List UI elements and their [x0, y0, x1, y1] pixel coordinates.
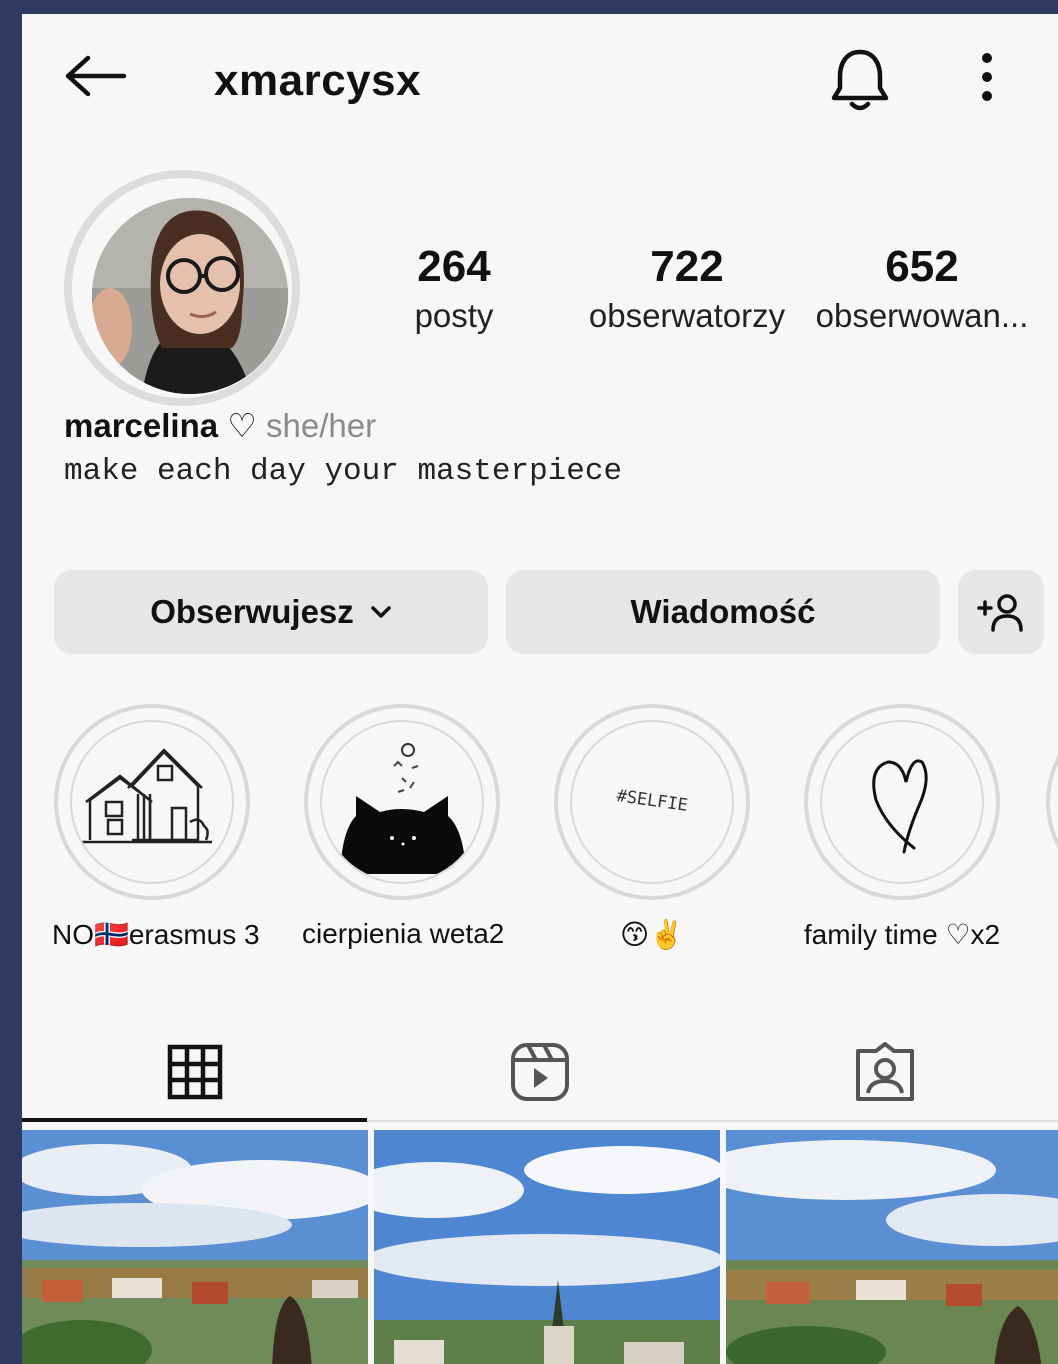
story-highlight-cierpienia[interactable]: cierpienia weta2 — [302, 704, 505, 950]
back-button[interactable] — [64, 52, 128, 100]
post-photo — [22, 1130, 368, 1364]
following-button-label: Obserwujesz — [150, 593, 354, 630]
stat-posts-value: 264 — [417, 242, 491, 291]
house-icon — [82, 748, 212, 844]
reels-icon — [510, 1043, 569, 1101]
stat-posts[interactable]: 264 posty — [392, 240, 516, 338]
suggest-users-button[interactable] — [958, 570, 1044, 654]
profile-name: marcelina ♡ — [64, 407, 257, 444]
post-thumbnail[interactable] — [726, 1130, 1058, 1364]
avatar-photo — [92, 198, 288, 394]
more-options-button[interactable] — [972, 48, 1002, 112]
chevron-down-icon — [371, 606, 391, 618]
selfie-cover-text: #SELFIE — [615, 786, 689, 816]
story-highlight-label: family time ♡x2 — [803, 919, 1001, 950]
story-highlight-label: cierpienia weta2 — [302, 918, 505, 949]
profile-username: xmarcysx — [214, 56, 422, 105]
post-photo — [726, 1130, 1058, 1364]
stat-following-label: obserwowan... — [815, 297, 1029, 334]
stat-posts-label: posty — [414, 297, 494, 334]
selfie-cover: #SELFIE — [615, 786, 689, 816]
profile-name-line: marcelina ♡ she/her — [64, 406, 376, 445]
story-highlight-partial[interactable] — [1046, 704, 1058, 900]
more-vertical-icon — [982, 53, 992, 101]
post-photo — [374, 1130, 720, 1364]
stat-following[interactable]: 652 obserwowan... — [812, 240, 1032, 338]
grid-icon — [167, 1044, 222, 1100]
message-button[interactable]: Wiadomość — [506, 570, 940, 654]
tab-posts-grid[interactable] — [22, 1024, 367, 1120]
stat-followers-label: obserwatorzy — [588, 297, 786, 334]
post-thumbnail[interactable] — [22, 1130, 368, 1364]
stat-following-value: 652 — [885, 242, 959, 291]
tab-tagged[interactable] — [712, 1024, 1057, 1120]
story-highlight-selfie[interactable]: #SELFIE 😙✌️ — [552, 704, 752, 951]
heart-doodle-icon — [872, 759, 928, 854]
following-button[interactable]: Obserwujesz — [54, 570, 488, 654]
tab-reels[interactable] — [367, 1024, 712, 1120]
stat-followers-value: 722 — [650, 242, 724, 291]
profile-pronouns: she/her — [266, 407, 377, 444]
add-user-icon — [977, 594, 1023, 632]
message-button-label: Wiadomość — [630, 593, 816, 630]
avatar[interactable] — [64, 170, 300, 406]
profile-bio: make each day your masterpiece — [64, 454, 623, 489]
story-highlight-label: 😙✌️ — [619, 919, 685, 950]
story-highlight-family[interactable]: family time ♡x2 — [802, 704, 1002, 951]
black-cat-icon — [340, 743, 466, 874]
bell-icon — [831, 49, 889, 111]
tagged-icon — [855, 1042, 914, 1101]
story-highlight-erasmus[interactable]: NO🇳🇴erasmus 3 — [52, 704, 260, 951]
stat-followers[interactable]: 722 obserwatorzy — [582, 240, 792, 338]
story-highlight-label: NO🇳🇴erasmus 3 — [52, 919, 260, 950]
post-thumbnail[interactable] — [374, 1130, 720, 1364]
profile-screen: xmarcysx 264 posty 722 obserwatorzy 652 … — [22, 14, 1058, 1364]
notifications-button[interactable] — [828, 44, 892, 114]
tab-selected-indicator — [22, 1118, 367, 1122]
arrow-left-icon — [65, 55, 127, 97]
